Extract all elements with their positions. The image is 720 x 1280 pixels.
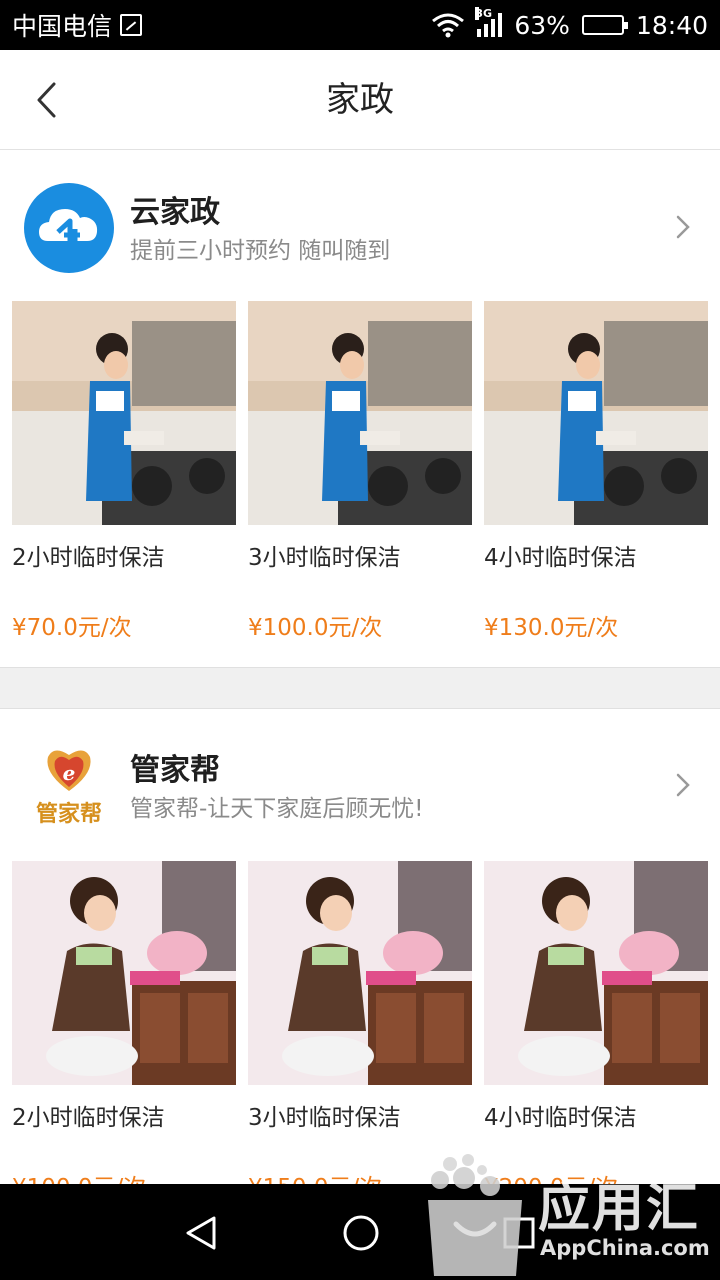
nav-bar: 家政: [0, 50, 720, 150]
cloud-home-logo-icon: [24, 183, 114, 273]
kitchen-cleaning-photo: [248, 301, 472, 525]
status-right: 3G 63% 18:40: [431, 7, 708, 40]
page-title: 家政: [326, 80, 394, 120]
sim-card-icon: [120, 14, 143, 36]
product-row: 2小时临时保洁 ¥70.0元/次 3小时临时保洁 ¥100.0元/次 4小时临时…: [0, 301, 720, 666]
status-left: 中国电信: [12, 7, 143, 43]
system-home-icon[interactable]: [340, 1212, 382, 1254]
vendor-name: 云家政: [130, 195, 220, 230]
furniture-cleaning-photo: [484, 861, 708, 1085]
furniture-cleaning-photo: [248, 861, 472, 1085]
watermark-domain: AppChina.com: [540, 1236, 710, 1260]
vendor-slogan: 管家帮-让天下家庭后顾无忧!: [130, 796, 424, 822]
kitchen-cleaning-photo: [484, 301, 708, 525]
product-card[interactable]: 4小时临时保洁 ¥130.0元/次: [484, 301, 708, 645]
product-name: 2小时临时保洁: [12, 1105, 165, 1131]
signal-icon: 3G: [475, 7, 503, 37]
kitchen-cleaning-photo: [12, 301, 236, 525]
screen: 中国电信 3G 63% 18:40 家政 云家政 提前三小时预约 随叫随到 2小…: [0, 0, 720, 1280]
product-card[interactable]: 4小时临时保洁 ¥200.0元/次: [484, 861, 708, 1184]
section-divider: [0, 667, 720, 709]
battery-percent: 63%: [514, 10, 570, 40]
product-card[interactable]: 2小时临时保洁 ¥100.0元/次: [12, 861, 236, 1184]
furniture-cleaning-photo: [12, 861, 236, 1085]
product-name: 4小时临时保洁: [484, 1105, 637, 1131]
chevron-right-icon: [676, 215, 690, 239]
status-bar: 中国电信 3G 63% 18:40: [0, 0, 720, 50]
svg-text:e: e: [63, 761, 76, 785]
wifi-icon: [432, 13, 465, 38]
clock: 18:40: [635, 10, 708, 40]
guanjiabang-logo-icon: e 管家帮: [36, 750, 102, 827]
chevron-right-icon: [676, 773, 690, 797]
battery-icon: [581, 15, 628, 35]
vendor-name: 管家帮: [130, 753, 220, 788]
product-card[interactable]: 2小时临时保洁 ¥70.0元/次: [12, 301, 236, 645]
system-back-icon[interactable]: [180, 1212, 222, 1254]
network-type-label: 3G: [475, 7, 493, 20]
product-name: 2小时临时保洁: [12, 545, 165, 571]
watermark-brand: 应用汇: [538, 1179, 701, 1239]
vendor-header[interactable]: 云家政 提前三小时预约 随叫随到: [0, 151, 720, 301]
product-name: 4小时临时保洁: [484, 545, 637, 571]
product-name: 3小时临时保洁: [248, 545, 401, 571]
svg-text:管家帮: 管家帮: [36, 801, 102, 827]
carrier-label: 中国电信: [12, 12, 113, 41]
product-row: 2小时临时保洁 ¥100.0元/次 3小: [0, 861, 720, 1184]
vendor-header[interactable]: e 管家帮 管家帮 管家帮-让天下家庭后顾无忧!: [0, 709, 720, 859]
appchina-watermark: 应用汇 AppChina.com: [420, 1150, 720, 1280]
product-price: ¥70.0元/次: [12, 615, 132, 641]
product-price: ¥100.0元/次: [12, 1171, 236, 1184]
product-price: ¥130.0元/次: [484, 615, 619, 641]
vendor-section-yunjiazheng: 云家政 提前三小时预约 随叫随到 2小时临时保洁 ¥70.0元/次 3小时临时保…: [0, 151, 720, 667]
shopping-bag-logo-icon: [428, 1154, 522, 1276]
vendor-slogan: 提前三小时预约 随叫随到: [130, 238, 391, 264]
product-name: 3小时临时保洁: [248, 1105, 401, 1131]
product-card[interactable]: 3小时临时保洁 ¥100.0元/次: [248, 301, 472, 645]
vendor-section-guanjiabang: e 管家帮 管家帮 管家帮-让天下家庭后顾无忧! 2小时临时保洁 3小时临时保洁…: [0, 709, 720, 1184]
product-price: ¥100.0元/次: [248, 615, 383, 641]
product-card[interactable]: 3小时临时保洁 ¥150.0元/次: [248, 861, 472, 1184]
